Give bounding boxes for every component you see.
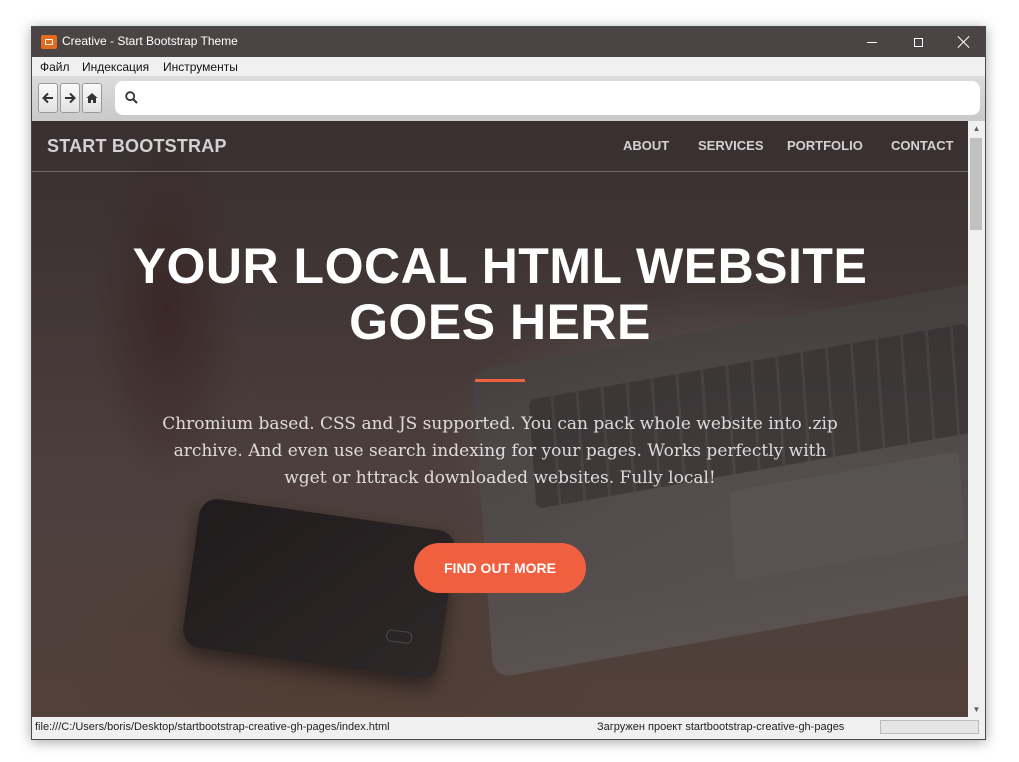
browser-window: Creative - Start Bootstrap Theme Файл Ин… [31,26,986,740]
progress-bar [880,720,979,734]
nav-contact[interactable]: CONTACT [891,138,954,153]
web-page: START BOOTSTRAP ABOUT SERVICES PORTFOLIO… [32,121,968,717]
forward-button[interactable] [60,83,80,113]
search-icon [125,91,138,104]
status-url: file:///C:/Users/boris/Desktop/startboot… [35,721,390,733]
window-title: Creative - Start Bootstrap Theme [62,34,238,48]
maximize-icon [913,37,923,47]
hero-title-line: GOES HERE [349,294,651,350]
toolbar [32,76,985,121]
hero-title-line: YOUR LOCAL HTML WEBSITE [132,238,868,294]
close-icon [958,36,970,48]
scroll-down-icon[interactable]: ▼ [968,702,985,717]
search-input[interactable] [115,81,980,115]
home-icon [86,93,98,103]
maximize-button[interactable] [895,27,941,57]
site-brand[interactable]: START BOOTSTRAP [47,136,227,157]
minimize-icon [867,41,877,43]
scroll-thumb[interactable] [970,138,982,230]
arrow-right-icon [65,92,76,104]
title-bar: Creative - Start Bootstrap Theme [32,27,985,57]
menu-indexing[interactable]: Индексация [82,60,149,74]
nav-about[interactable]: ABOUT [623,138,669,153]
close-button[interactable] [941,27,985,57]
find-out-more-button[interactable]: FIND OUT MORE [414,543,586,593]
hero-description: Chromium based. CSS and JS supported. Yo… [162,414,838,488]
menu-file[interactable]: Файл [40,60,70,74]
app-icon [41,35,57,49]
arrow-left-icon [42,92,53,104]
back-button[interactable] [38,83,58,113]
site-navbar: START BOOTSTRAP ABOUT SERVICES PORTFOLIO… [32,121,968,172]
scroll-up-icon[interactable]: ▲ [968,121,985,136]
hero-title: YOUR LOCAL HTML WEBSITE GOES HERE [32,238,968,350]
hero-divider [475,379,525,382]
status-message: Загружен проект startbootstrap-creative-… [597,721,845,733]
home-button[interactable] [82,83,102,113]
nav-portfolio[interactable]: PORTFOLIO [787,138,863,153]
minimize-button[interactable] [849,27,895,57]
status-bar: file:///C:/Users/boris/Desktop/startboot… [32,717,985,739]
menu-tools[interactable]: Инструменты [163,60,238,74]
vertical-scrollbar[interactable]: ▲ ▼ [968,121,985,717]
menu-bar: Файл Индексация Инструменты [32,57,985,76]
nav-services[interactable]: SERVICES [698,138,764,153]
